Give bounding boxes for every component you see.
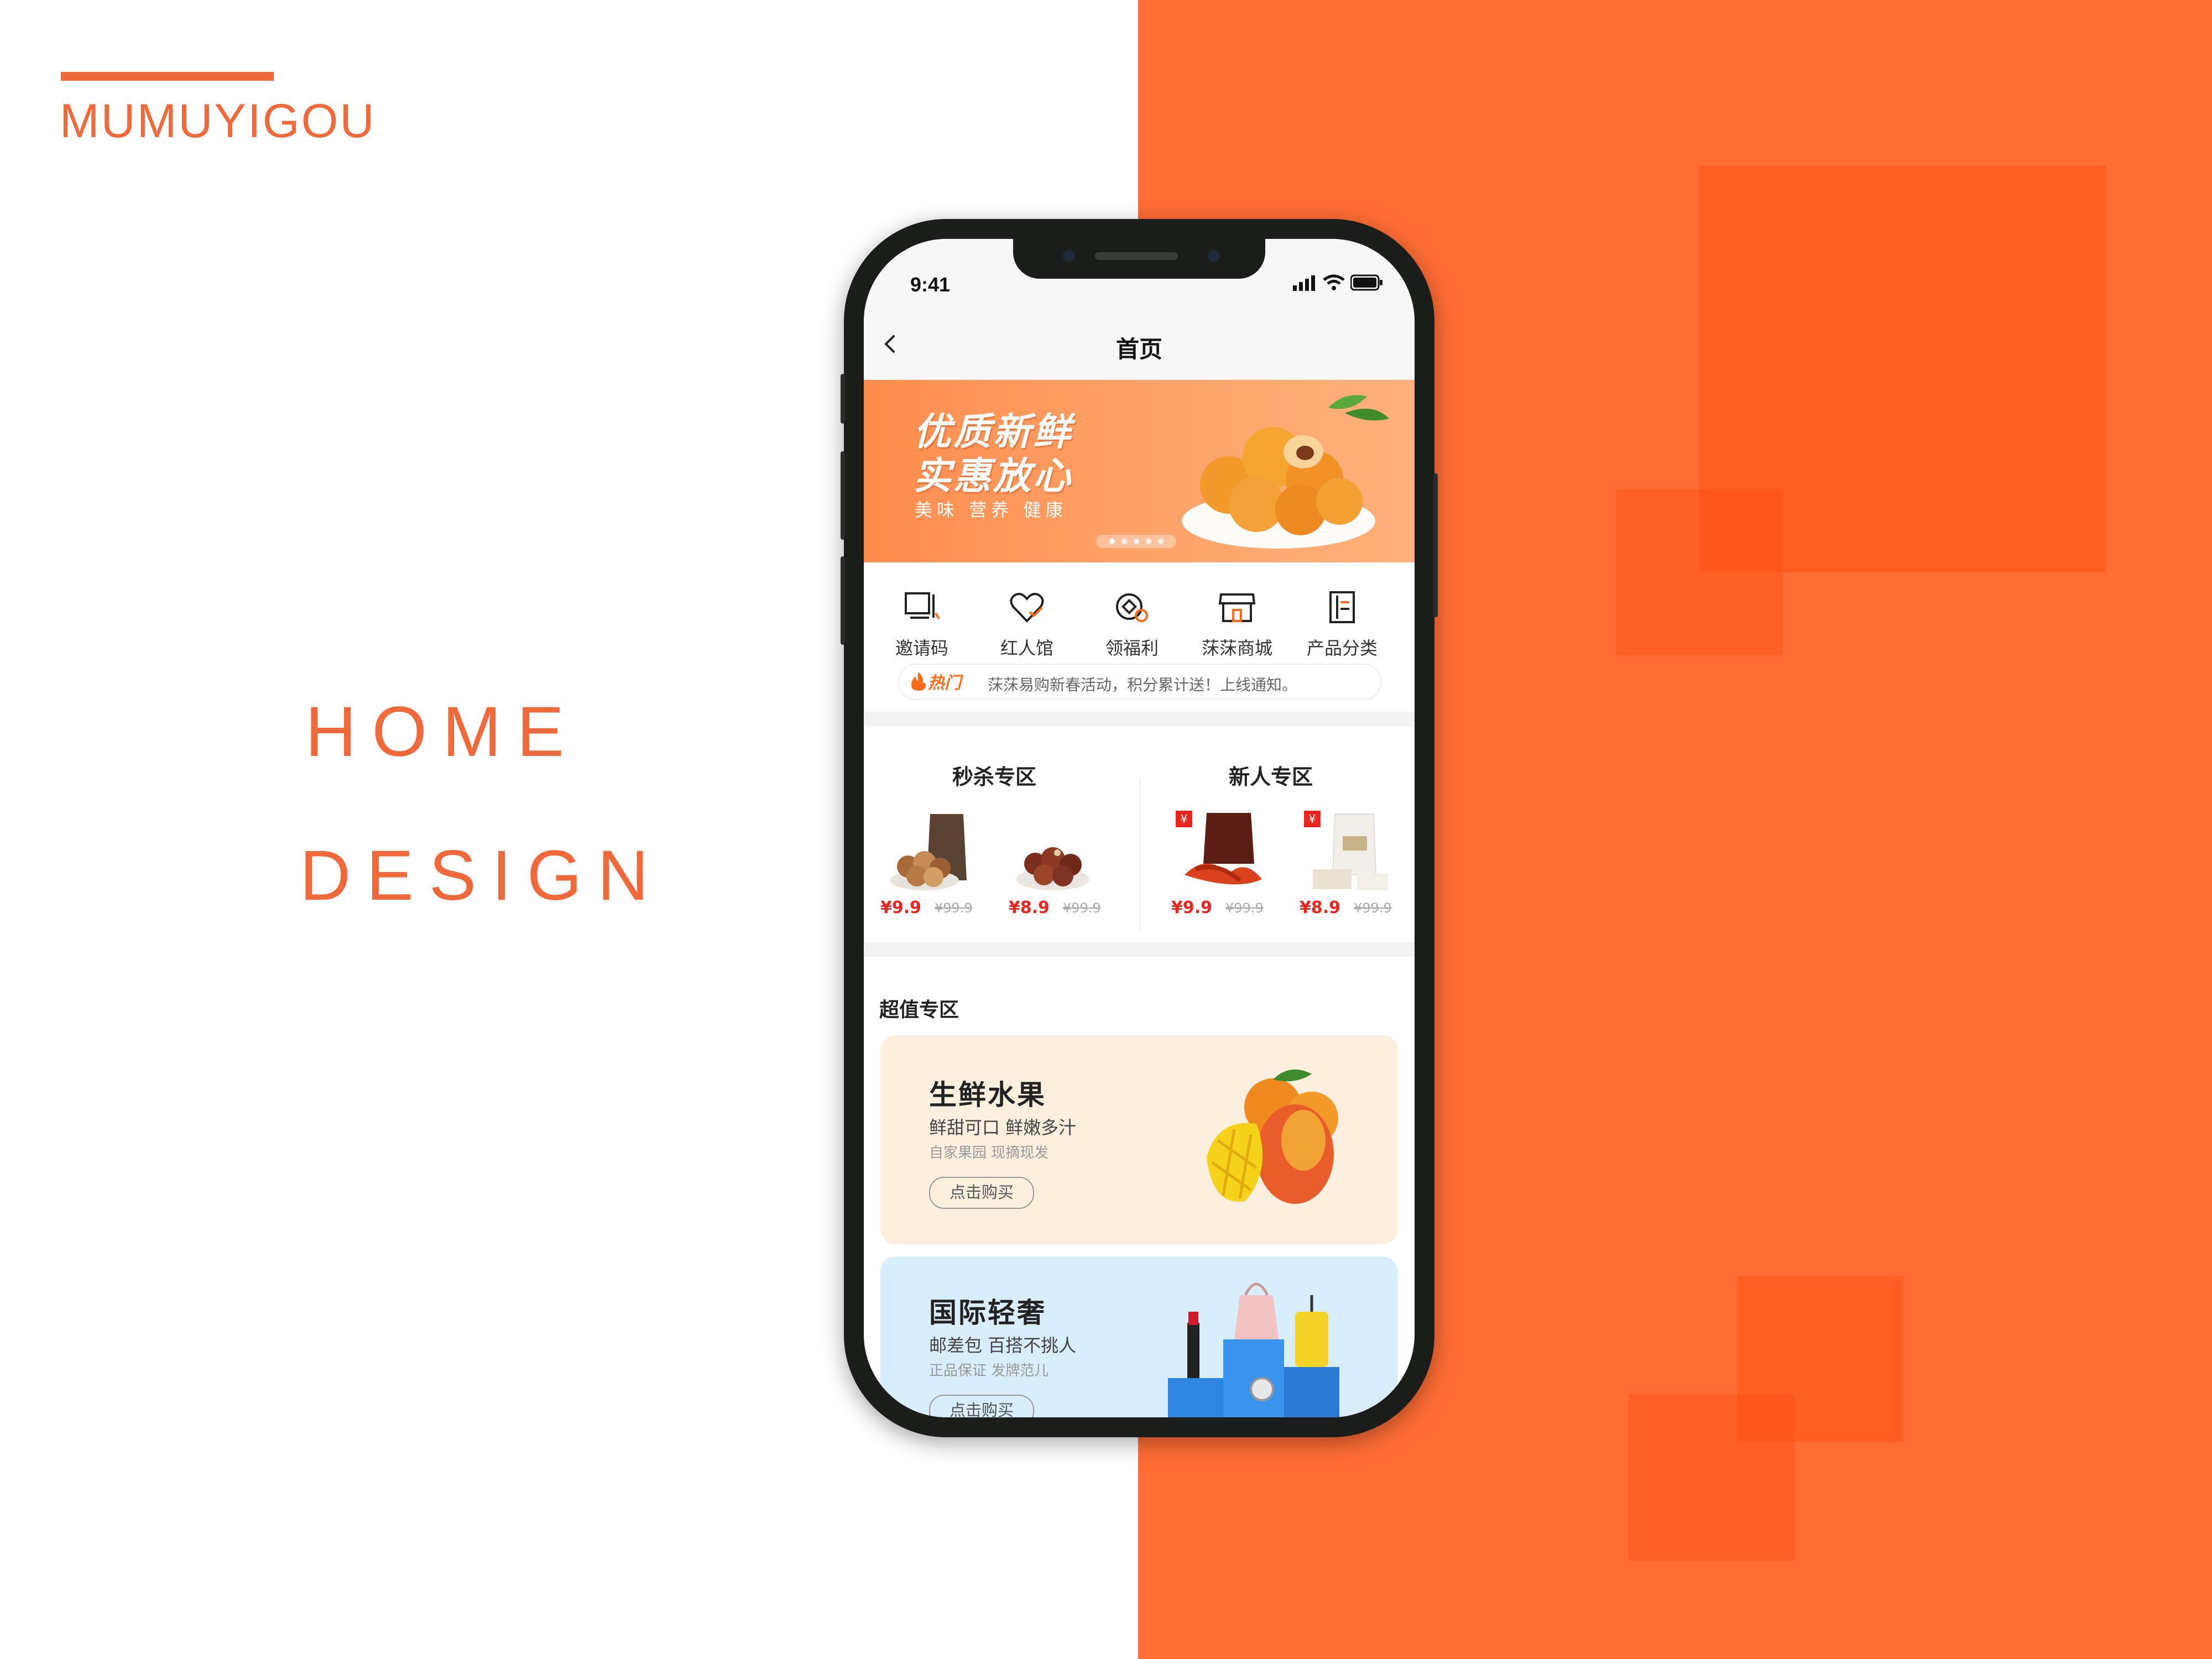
pagination-dot[interactable] [1157, 539, 1164, 544]
decor-square-bottom-left [1629, 1395, 1794, 1561]
luxury-goods-image [1168, 1282, 1339, 1417]
new-user-title: 新人专区 [1229, 765, 1313, 789]
flame-icon [911, 672, 926, 691]
snack-package-image[interactable]: ¥ [1302, 808, 1396, 897]
pagination-dot[interactable] [1145, 539, 1151, 544]
value-zone-title: 超值专区 [879, 999, 959, 1021]
pagination-dot[interactable] [1109, 539, 1115, 544]
new-user-price-1: ¥9.9 [1171, 898, 1213, 917]
spicy-snack-image[interactable]: ¥ [1173, 808, 1267, 897]
flash-original-price-1: ¥99.9 [935, 900, 973, 916]
sensor-icon [1208, 250, 1220, 262]
nav-bar: 首页 [864, 311, 1415, 380]
phone-screen: 9:41 首页 优质新鲜 实惠放心 美味 营养 健康 邀请码 红人馆 领福利 莯… [864, 239, 1415, 1417]
category-icon [1329, 591, 1355, 623]
heart-icon [1010, 593, 1044, 623]
card-title: 国际轻奢 [929, 1297, 1046, 1329]
mango-orange-image [1207, 1070, 1338, 1204]
flash-price-2: ¥8.9 [1009, 898, 1050, 917]
signal-icon [1293, 275, 1315, 291]
new-user-price-2: ¥8.9 [1300, 898, 1341, 917]
speaker-grille [1095, 252, 1178, 260]
shortcut-influencer-hall[interactable]: 红人馆 [974, 590, 1079, 660]
shortcut-label: 邀请码 [895, 638, 948, 659]
section-separator [864, 942, 1415, 957]
wifi-icon [1323, 274, 1345, 290]
brand-accent-bar [61, 72, 274, 81]
section-separator [864, 712, 1415, 726]
svg-text:¥: ¥ [1181, 812, 1188, 826]
store-icon [1218, 593, 1256, 622]
new-user-original-price-2: ¥99.9 [1354, 900, 1392, 916]
phone-power-button [1433, 473, 1438, 617]
banner-pagination[interactable] [1096, 535, 1176, 548]
card-tagline: 自家果园 现摘现发 [929, 1145, 1049, 1161]
buy-now-button[interactable]: 点击购买 [929, 1177, 1034, 1209]
luxury-card[interactable]: 国际轻奢 邮差包 百搭不挑人 正品保证 发牌范儿 点击购买 [880, 1256, 1398, 1417]
headline-line-2: DESIGN [300, 836, 664, 915]
flash-sale-title: 秒杀专区 [952, 765, 1037, 789]
flash-price-1: ¥9.9 [880, 898, 922, 917]
invite-code-icon [905, 592, 940, 620]
announcement-bar[interactable]: 热门 莯莯易购新春活动，积分累计送！上线通知。 [898, 664, 1381, 700]
hazelnuts-image[interactable] [1009, 808, 1103, 897]
flash-original-price-2: ¥99.9 [1063, 900, 1101, 916]
banner-headline-2: 实惠放心 [914, 455, 1073, 498]
phone-volume-down [841, 556, 845, 645]
banner-subtitle: 美味 营养 健康 [915, 499, 1068, 520]
shortcut-label: 莯莯商城 [1201, 638, 1272, 659]
status-time: 9:41 [910, 273, 951, 296]
decor-square-small [1616, 489, 1782, 655]
phone-notch [1013, 239, 1265, 279]
loquat-fruit-image [1182, 395, 1389, 549]
pagination-dot[interactable] [1121, 539, 1127, 544]
card-tagline: 正品保证 发牌范儿 [929, 1363, 1049, 1379]
shortcut-welfare[interactable]: 领福利 [1079, 590, 1185, 660]
shortcut-label: 领福利 [1105, 638, 1159, 659]
card-subtitle: 邮差包 百搭不挑人 [929, 1335, 1077, 1356]
phone-volume-up [841, 451, 845, 540]
phone-frame: 9:41 首页 优质新鲜 实惠放心 美味 营养 健康 邀请码 红人馆 领福利 莯… [841, 219, 1438, 1437]
macadamia-nuts-image[interactable] [880, 808, 974, 897]
svg-text:¥: ¥ [1309, 812, 1316, 826]
brand-name: MUMUYIGOU [60, 95, 376, 148]
hot-tag: 热门 [909, 670, 961, 693]
shortcut-label: 产品分类 [1306, 638, 1378, 659]
announcement-text: 莯莯易购新春活动，积分累计送！上线通知。 [988, 676, 1298, 694]
headline-line-1: HOME [305, 692, 580, 771]
shortcut-label: 红人馆 [1000, 638, 1053, 659]
pagination-dot[interactable] [1133, 539, 1139, 544]
fresh-fruit-card[interactable]: 生鲜水果 鲜甜可口 鲜嫩多汁 自家果园 现摘现发 点击购买 [880, 1035, 1398, 1244]
new-user-original-price-1: ¥99.9 [1225, 900, 1264, 916]
card-title: 生鲜水果 [929, 1079, 1046, 1111]
page-title: 首页 [1115, 336, 1162, 363]
front-camera-icon [1063, 250, 1075, 262]
promo-banner[interactable]: 优质新鲜 实惠放心 美味 营养 健康 [864, 380, 1415, 562]
battery-icon [1350, 274, 1383, 291]
shortcut-invite-code[interactable]: 邀请码 [869, 590, 974, 660]
zone-divider [1139, 778, 1140, 933]
coin-icon [1116, 593, 1148, 622]
phone-side-button [841, 374, 845, 424]
shortcut-store[interactable]: 莯莯商城 [1185, 590, 1290, 660]
buy-now-button[interactable]: 点击购买 [929, 1395, 1034, 1417]
shortcut-product-category[interactable]: 产品分类 [1290, 590, 1395, 660]
card-subtitle: 鲜甜可口 鲜嫩多汁 [929, 1117, 1077, 1138]
hot-tag-label: 热门 [928, 674, 961, 693]
